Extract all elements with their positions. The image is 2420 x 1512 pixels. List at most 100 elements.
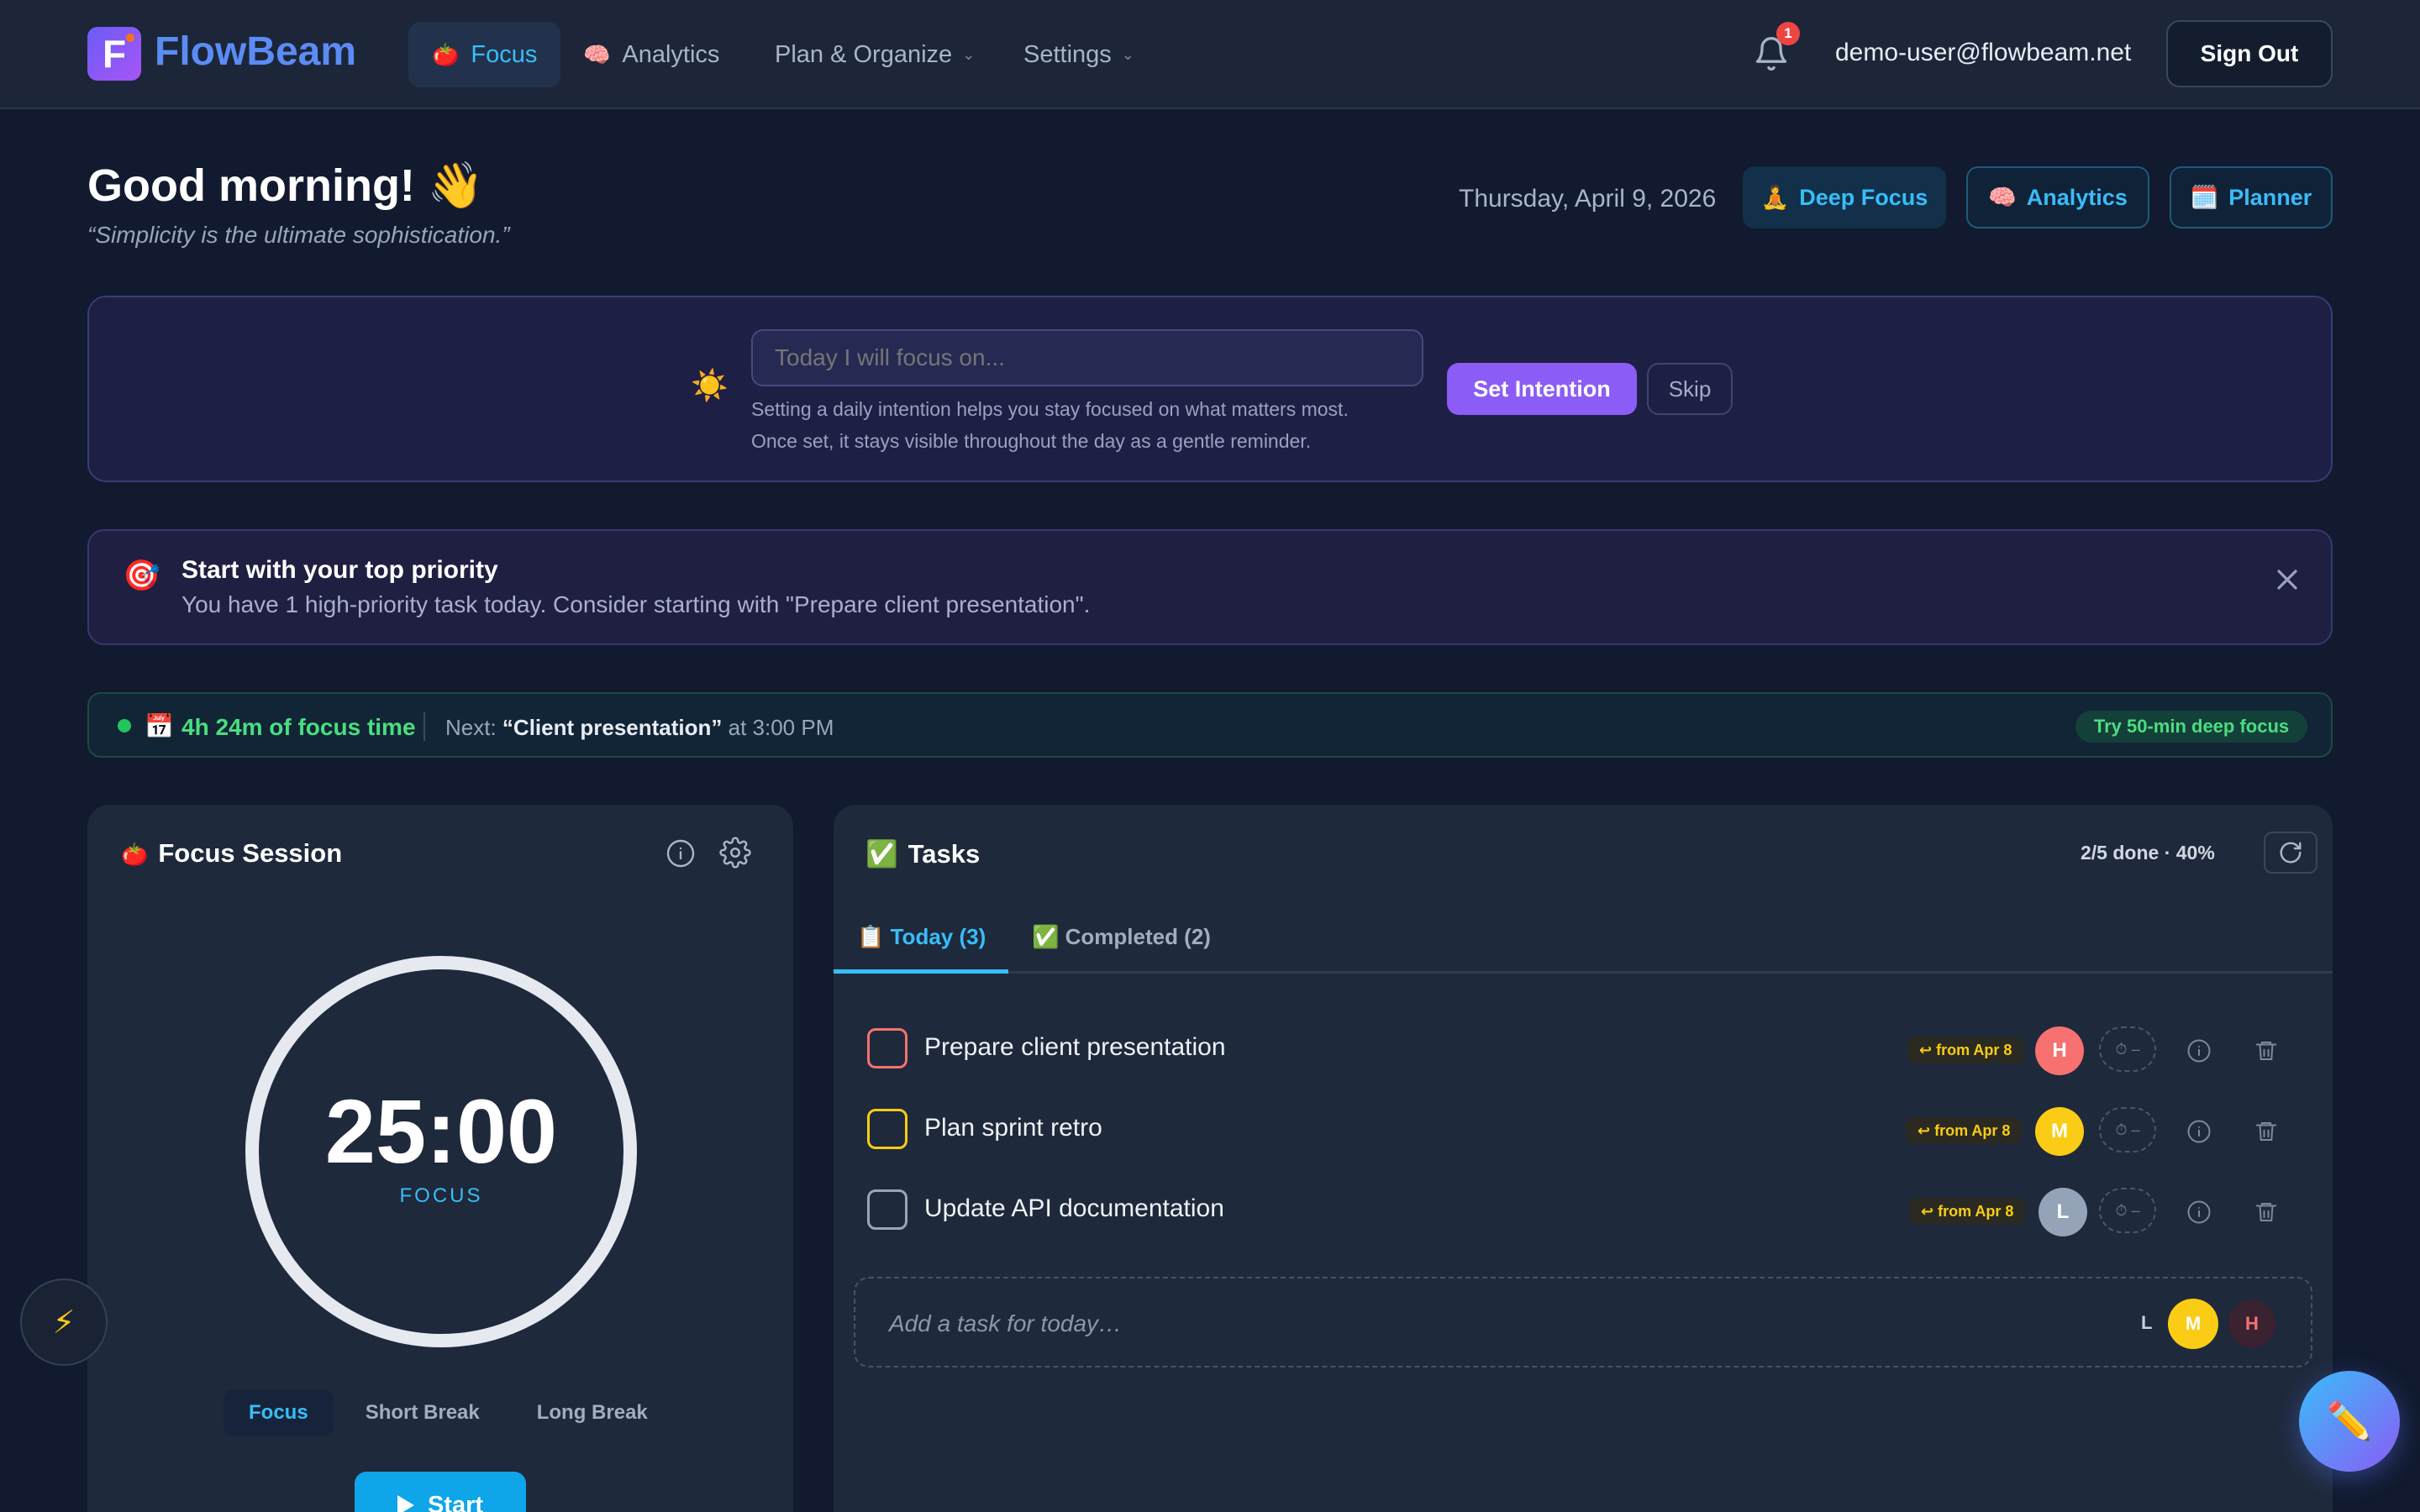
trash-icon[interactable]	[2254, 1038, 2279, 1063]
priority-medium-option[interactable]: M	[2168, 1299, 2218, 1349]
carried-over-badge: ↩ from Apr 8	[1906, 1117, 2023, 1144]
daily-quote: “Simplicity is the ultimate sophisticati…	[87, 222, 510, 248]
target-icon: 🎯	[123, 558, 160, 592]
info-icon[interactable]	[2186, 1200, 2212, 1225]
nav-focus[interactable]: 🍅 Focus	[408, 22, 561, 87]
chevron-down-icon: ⌄	[962, 45, 976, 63]
tab-today[interactable]: 📋 Today (3)	[857, 924, 986, 950]
refresh-button[interactable]	[2264, 832, 2317, 874]
timer-chip[interactable]: ⏱ –	[2099, 1188, 2156, 1233]
deep-focus-label: Deep Focus	[1799, 184, 1928, 210]
deep-focus-button[interactable]: 🧘 Deep Focus	[1743, 166, 1946, 228]
notification-badge: 1	[1776, 22, 1800, 45]
carried-over-badge: ↩ from Apr 8	[1907, 1037, 2024, 1063]
task-checkbox[interactable]	[867, 1028, 908, 1068]
current-date: Thursday, April 9, 2026	[1459, 185, 1717, 213]
planner-button[interactable]: 🗓️ Planner	[2170, 166, 2333, 228]
priority-avatar[interactable]: M	[2035, 1107, 2084, 1156]
carried-over-badge: ↩ from Apr 8	[1909, 1198, 2026, 1225]
tab-completed[interactable]: ✅ Completed (2)	[1032, 924, 1211, 950]
tomato-icon: 🍅	[432, 41, 460, 67]
next-event: Next: “Client presentation” at 3:00 PM	[445, 715, 834, 741]
status-dot	[118, 719, 131, 732]
intention-help-text: Setting a daily intention helps you stay…	[751, 393, 1349, 457]
flowbeam-logo[interactable]: F	[87, 27, 141, 81]
help-line-2: Once set, it stays visible throughout th…	[751, 430, 1312, 452]
priority-avatar[interactable]: L	[2039, 1188, 2087, 1236]
divider	[424, 712, 425, 741]
tasks-title-text: Tasks	[908, 839, 981, 869]
mode-long-break[interactable]: Long Break	[512, 1389, 673, 1436]
brand-name[interactable]: FlowBeam	[155, 29, 356, 75]
task-row[interactable]: Update API documentation ↩ from Apr 8 L …	[867, 1174, 2304, 1236]
refresh-icon	[2280, 842, 2302, 864]
trash-icon[interactable]	[2254, 1200, 2279, 1225]
calendar-icon: 📅	[145, 713, 174, 739]
priority-low-option[interactable]: L	[2141, 1312, 2152, 1334]
priority-high-option[interactable]: H	[2228, 1300, 2275, 1347]
skip-button[interactable]: Skip	[1647, 363, 1733, 415]
task-checkbox[interactable]	[867, 1109, 908, 1149]
mode-tabs: Focus Short Break Long Break	[224, 1389, 673, 1436]
play-icon	[397, 1495, 414, 1512]
info-icon[interactable]	[2186, 1119, 2212, 1144]
clipboard-icon: 📋	[857, 924, 885, 949]
focus-session-card: 🍅 Focus Session 25:00 FOCUS Focus Short B…	[87, 805, 793, 1512]
start-label: Start	[427, 1491, 484, 1512]
tomato-icon: 🍅	[121, 842, 149, 867]
task-name: Update API documentation	[924, 1194, 1224, 1222]
user-email: demo-user@flowbeam.net	[1835, 39, 2132, 66]
intention-input[interactable]	[751, 329, 1423, 386]
nav-focus-label: Focus	[471, 40, 538, 68]
planner-label: Planner	[2228, 184, 2312, 210]
mode-short-break[interactable]: Short Break	[340, 1389, 505, 1436]
priority-suggestion-card: 🎯 Start with your top priority You have …	[87, 529, 2333, 645]
pencil-icon[interactable]: ✏️	[2299, 1371, 2400, 1472]
nav-settings[interactable]: Settings ⌄	[1000, 22, 1158, 87]
sign-out-button[interactable]: Sign Out	[2166, 20, 2333, 87]
tabs-divider	[834, 971, 2333, 974]
active-tab-underline	[834, 969, 1008, 974]
timer-chip[interactable]: ⏱ –	[2099, 1026, 2156, 1072]
focus-session-title-text: Focus Session	[158, 838, 343, 868]
trash-icon[interactable]	[2254, 1119, 2279, 1144]
check-icon: ✅	[1032, 924, 1060, 949]
task-row[interactable]: Prepare client presentation ↩ from Apr 8…	[867, 1013, 2304, 1075]
close-icon[interactable]	[2270, 563, 2304, 596]
timer-display: 25:00	[324, 1080, 558, 1182]
check-icon: ✅	[865, 839, 898, 869]
start-button[interactable]: Start	[355, 1472, 526, 1512]
meditation-icon: 🧘	[1760, 185, 1790, 210]
priority-avatar[interactable]: H	[2035, 1026, 2084, 1075]
analytics-button[interactable]: 🧠 Analytics	[1966, 166, 2149, 228]
mode-focus[interactable]: Focus	[224, 1389, 334, 1436]
set-intention-button[interactable]: Set Intention	[1447, 363, 1637, 415]
try-deep-focus-button[interactable]: Try 50-min deep focus	[2075, 711, 2307, 743]
nav-plan-organize[interactable]: Plan & Organize ⌄	[751, 22, 998, 87]
calendar-icon: 🗓️	[2190, 185, 2219, 210]
timer-chip[interactable]: ⏱ –	[2099, 1107, 2156, 1152]
top-navbar: F FlowBeam 🍅 Focus 🧠 Analytics Plan & Or…	[0, 0, 2420, 109]
gear-icon[interactable]	[719, 837, 751, 869]
task-name: Prepare client presentation	[924, 1033, 1226, 1061]
next-event-name: “Client presentation”	[502, 715, 723, 740]
next-event-time: at 3:00 PM	[722, 715, 834, 740]
priority-title: Start with your top priority	[182, 556, 498, 584]
add-task-placeholder: Add a task for today…	[889, 1310, 1123, 1336]
info-icon[interactable]	[2186, 1038, 2212, 1063]
info-icon[interactable]	[666, 838, 696, 869]
timer-mode-label: FOCUS	[399, 1184, 483, 1207]
priority-text: You have 1 high-priority task today. Con…	[182, 591, 1091, 617]
nav-settings-label: Settings	[1023, 40, 1112, 68]
chevron-down-icon: ⌄	[1121, 45, 1134, 63]
lightning-icon[interactable]: ⚡	[20, 1278, 108, 1366]
add-task-input[interactable]: Add a task for today… L M H	[854, 1277, 2312, 1368]
task-checkbox[interactable]	[867, 1189, 908, 1230]
help-line-1: Setting a daily intention helps you stay…	[751, 398, 1349, 420]
daily-intention-card: ☀️ Setting a daily intention helps you s…	[87, 296, 2333, 482]
nav-analytics[interactable]: 🧠 Analytics	[560, 22, 743, 87]
task-row[interactable]: Plan sprint retro ↩ from Apr 8 M ⏱ –	[867, 1094, 2304, 1156]
tasks-progress: 2/5 done · 40%	[2081, 842, 2215, 864]
analytics-label: Analytics	[2026, 184, 2128, 210]
focus-session-title: 🍅 Focus Session	[121, 838, 342, 869]
